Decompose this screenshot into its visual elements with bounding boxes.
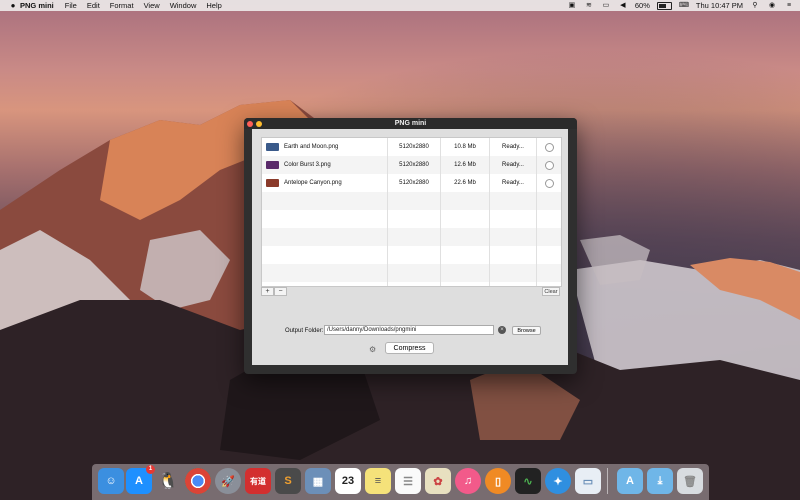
file-name-cell: Earth and Moon.png: [262, 138, 388, 156]
image-thumbnail: [266, 179, 279, 187]
status-circle-icon: [544, 160, 554, 170]
apple-menu-icon[interactable]: ●: [6, 1, 20, 10]
file-size: 12.6 Mb: [441, 156, 490, 174]
file-table: Earth and Moon.png 5120x2880 10.8 Mb Rea…: [261, 137, 562, 287]
siri-icon[interactable]: ◉: [767, 2, 777, 10]
menu-bar: ● PNG mini File Edit Format View Window …: [0, 0, 800, 11]
status-circle-icon: [544, 178, 554, 188]
remove-file-button[interactable]: −: [274, 287, 287, 296]
wifi-icon[interactable]: ≋: [584, 2, 594, 10]
table-row[interactable]: Earth and Moon.png 5120x2880 10.8 Mb Rea…: [262, 138, 561, 156]
status-radio-cell: [537, 174, 561, 192]
trash-icon[interactable]: 🗑: [677, 468, 703, 494]
chrome-icon[interactable]: [185, 468, 211, 494]
image-thumbnail: [266, 161, 279, 169]
sublime-icon[interactable]: S: [275, 468, 301, 494]
airplay-icon[interactable]: ▭: [601, 2, 611, 10]
launchpad-icon[interactable]: 🚀: [215, 468, 241, 494]
file-status: Ready...: [490, 156, 537, 174]
clear-path-icon[interactable]: ×: [498, 326, 506, 334]
youdao-icon[interactable]: 有道: [245, 468, 271, 494]
menu-window[interactable]: Window: [170, 1, 197, 10]
input-source-icon[interactable]: ⌨: [679, 2, 689, 10]
notification-badge: 1: [146, 465, 155, 474]
clear-button[interactable]: Clear: [542, 287, 560, 296]
activity-monitor-icon[interactable]: ∿: [515, 468, 541, 494]
battery-icon[interactable]: [656, 1, 672, 10]
status-circle-icon: [544, 142, 554, 152]
output-folder-label: Output Folder:: [285, 328, 324, 334]
file-status: Ready...: [490, 174, 537, 192]
battery-percent: 60%: [634, 1, 650, 10]
menu-view[interactable]: View: [144, 1, 160, 10]
empty-row: [262, 246, 561, 264]
window-titlebar[interactable]: PNG mini: [244, 118, 577, 129]
png-mini-window: PNG mini Earth and Moon.png 5120x2880 10…: [244, 118, 577, 374]
file-status: Ready...: [490, 138, 537, 156]
ibooks-icon[interactable]: ▯: [485, 468, 511, 494]
window-content: Earth and Moon.png 5120x2880 10.8 Mb Rea…: [252, 129, 568, 365]
file-dimensions: 5120x2880: [388, 156, 441, 174]
browse-button[interactable]: Browse: [512, 326, 541, 335]
menu-clock[interactable]: Thu 10:47 PM: [696, 1, 743, 10]
applications-folder-icon[interactable]: A: [617, 468, 643, 494]
menu-help[interactable]: Help: [206, 1, 221, 10]
file-name-cell: Color Burst 3.png: [262, 156, 388, 174]
add-file-button[interactable]: +: [261, 287, 274, 296]
file-size: 22.6 Mb: [441, 174, 490, 192]
qq-icon[interactable]: 🐧: [155, 468, 181, 494]
notification-center-icon[interactable]: ≡: [784, 2, 794, 10]
menu-file[interactable]: File: [65, 1, 77, 10]
photos-icon[interactable]: ✿: [425, 468, 451, 494]
reminders-icon[interactable]: ☰: [395, 468, 421, 494]
status-radio-cell: [537, 156, 561, 174]
settings-icon[interactable]: ⚙: [369, 345, 376, 354]
file-name: Antelope Canyon.png: [284, 180, 342, 186]
file-name-cell: Antelope Canyon.png: [262, 174, 388, 192]
image-thumbnail: [266, 143, 279, 151]
empty-row: [262, 210, 561, 228]
file-dimensions: 5120x2880: [388, 174, 441, 192]
window-title: PNG mini: [394, 120, 427, 127]
app-store-icon[interactable]: A1: [126, 465, 155, 494]
table-row[interactable]: Color Burst 3.png 5120x2880 12.6 Mb Read…: [262, 156, 561, 174]
menu-format[interactable]: Format: [110, 1, 134, 10]
minimize-button[interactable]: [256, 121, 262, 127]
documents-folder-icon[interactable]: ⤓: [647, 468, 673, 494]
notes-icon[interactable]: ≡: [365, 468, 391, 494]
preview-icon[interactable]: ▦: [305, 468, 331, 494]
finder-icon[interactable]: ☺: [98, 468, 124, 494]
empty-row: [262, 192, 561, 210]
calendar-icon[interactable]: 23: [335, 468, 361, 494]
file-size: 10.8 Mb: [441, 138, 490, 156]
safari-icon[interactable]: ✦: [545, 468, 571, 494]
volume-icon[interactable]: ◀: [618, 2, 628, 10]
table-row[interactable]: Antelope Canyon.png 5120x2880 22.6 Mb Re…: [262, 174, 561, 192]
status-radio-cell: [537, 138, 561, 156]
empty-row: [262, 228, 561, 246]
close-button[interactable]: [247, 121, 253, 127]
dock-separator: [607, 468, 608, 494]
menu-edit[interactable]: Edit: [87, 1, 100, 10]
file-name: Color Burst 3.png: [284, 162, 331, 168]
status-area: ▣ ≋ ▭ ◀ 60% ⌨ Thu 10:47 PM ⚲ ◉ ≡: [567, 0, 794, 11]
menu-app-name[interactable]: PNG mini: [20, 1, 54, 10]
compress-button[interactable]: Compress: [385, 342, 434, 354]
output-folder-field[interactable]: /Users/danny/Downloads/pngmini: [324, 325, 494, 335]
itunes-icon[interactable]: ♫: [455, 468, 481, 494]
png-mini-icon[interactable]: ▭: [575, 468, 601, 494]
spotlight-icon[interactable]: ⚲: [750, 2, 760, 10]
empty-row: [262, 264, 561, 282]
empty-row: [262, 282, 561, 286]
file-dimensions: 5120x2880: [388, 138, 441, 156]
app-status-icon[interactable]: ▣: [567, 2, 577, 10]
file-name: Earth and Moon.png: [284, 144, 339, 150]
